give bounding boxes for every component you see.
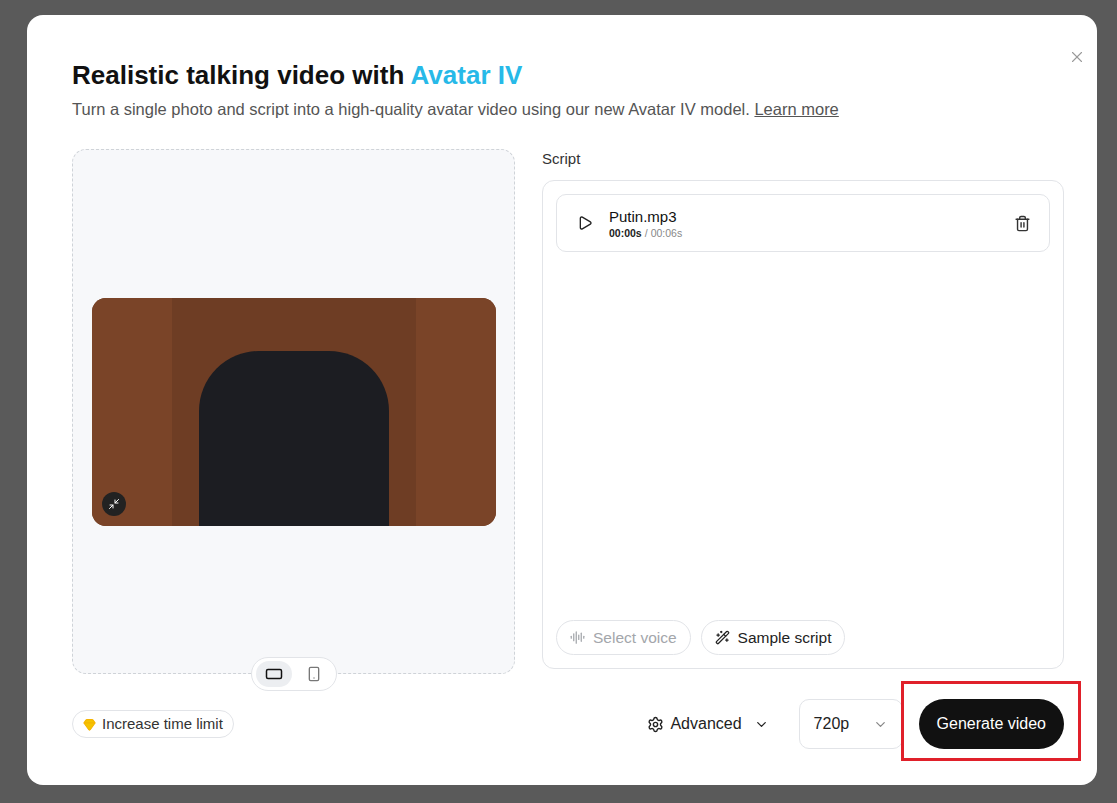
collapse-icon (108, 498, 120, 510)
trash-icon (1014, 215, 1031, 232)
audio-time: 00:00s/00:06s (609, 226, 998, 240)
audio-item: Putin.mp300:00s/00:06s (556, 194, 1050, 252)
highlight-box (901, 681, 1081, 761)
portrait-option[interactable] (296, 661, 332, 687)
learn-more-link[interactable]: Learn more (754, 100, 838, 118)
script-label: Script (542, 149, 1064, 180)
dialog-footer: Increase time limit Advanced 720p Generate … (72, 699, 1064, 749)
collapse-button[interactable] (102, 492, 126, 516)
voice-button[interactable]: Select voice (556, 620, 691, 655)
generate-video-button[interactable]: Generate video (919, 699, 1064, 749)
dialog-title: Realistic talking video with Avatar IV (72, 59, 1064, 91)
audio-filename: Putin.mp3 (609, 207, 998, 226)
advanced-button[interactable]: Advanced (647, 712, 768, 736)
sample-button[interactable]: Sample script (701, 620, 846, 655)
script-box: Putin.mp300:00s/00:06s Select voice Sample… (542, 180, 1064, 669)
main-area: Script Putin.mp300:00s/00:06s Select voice… (72, 149, 1064, 674)
script-column: Script Putin.mp300:00s/00:06s Select voice… (542, 149, 1064, 674)
dialog-subtitle: Turn a single photo and script into a hi… (72, 97, 1064, 121)
increase-limit-button[interactable]: Increase time limit (72, 710, 234, 738)
wand-icon (715, 630, 730, 645)
close-button[interactable] (1065, 45, 1089, 69)
title-accent: Avatar IV (411, 60, 523, 90)
avatar-dialog: Realistic talking video with Avatar IV Tu… (27, 15, 1097, 785)
voice-icon (570, 630, 585, 645)
photo-panel[interactable] (72, 149, 515, 674)
play-button[interactable] (577, 215, 593, 231)
resolution-select[interactable]: 720p (799, 699, 903, 749)
script-actions: Select voice Sample script (556, 620, 1050, 655)
landscape-option[interactable] (256, 661, 292, 687)
delete-button[interactable] (1014, 215, 1031, 232)
gear-icon (647, 716, 664, 733)
portrait-icon (306, 666, 322, 682)
chevron-icon (754, 717, 769, 732)
orientation-toggle (251, 657, 337, 691)
play-icon (577, 215, 593, 231)
avatar-photo (92, 298, 496, 526)
close-icon (1068, 48, 1086, 66)
page: Realistic talking video with Avatar IV Tu… (0, 0, 1117, 803)
chevron-icon (873, 717, 888, 732)
landscape-icon (265, 665, 283, 683)
diamond-icon (83, 718, 96, 731)
